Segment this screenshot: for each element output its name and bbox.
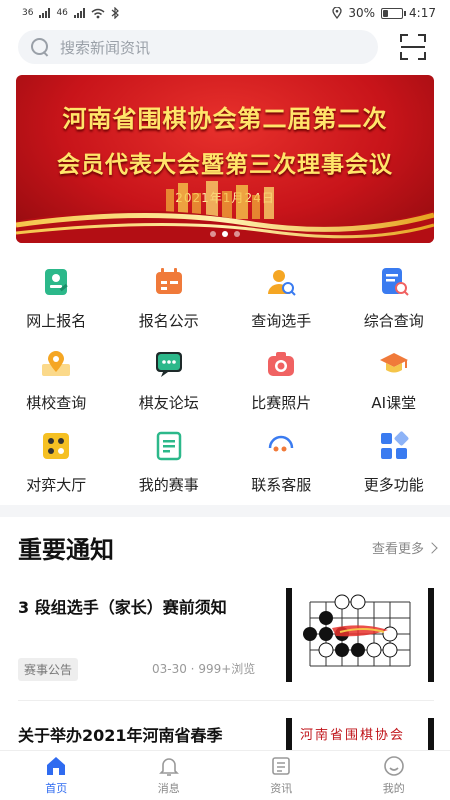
news-tag: 赛事公告: [18, 658, 79, 681]
camera-icon: [268, 352, 295, 376]
tab-label: 我的: [382, 782, 405, 795]
banner-title-line2: 会员代表大会暨第三次理事会议: [57, 151, 393, 178]
network-type-2: 46: [56, 8, 68, 18]
feature-grid: 网上报名 报名公示 查询选手 综合查询棋校查询 棋友论坛 比赛照片 AI课堂对弈大厅 我的赛事…: [0, 262, 450, 508]
tab-home[interactable]: 首页: [0, 751, 113, 800]
notices-header: 重要通知 查看更多: [18, 530, 438, 565]
signal-icon: [73, 8, 85, 18]
feature-label: 查询选手: [251, 312, 312, 330]
news-item[interactable]: 关于举办2021年河南省春季 河南省围棋协会: [18, 714, 434, 758]
user-search-icon: [268, 270, 296, 296]
map-pin-icon: [42, 351, 71, 376]
chat-icon: [155, 352, 182, 377]
news-item[interactable]: 3 段组选手（家长）赛前须知 赛事公告 03-30 · 999+浏览: [18, 588, 434, 688]
clock: 4:17: [409, 6, 436, 20]
feature-item[interactable]: 棋友论坛: [113, 344, 226, 426]
battery-icon: [381, 7, 407, 19]
signal-icon: [39, 8, 51, 18]
feature-label: 比赛照片: [251, 394, 312, 412]
feature-label: 对弈大厅: [26, 476, 87, 494]
carousel-dot[interactable]: [210, 231, 216, 237]
section-title: 重要通知: [18, 536, 114, 564]
status-right: 30% 4:17: [332, 6, 436, 20]
search-input[interactable]: 搜索新闻资讯: [18, 30, 378, 64]
news-meta: 03-30 · 999+浏览: [152, 662, 256, 676]
carousel-dot[interactable]: [234, 231, 240, 237]
tab-news[interactable]: 资讯: [225, 751, 338, 800]
feature-label: 报名公示: [138, 312, 199, 330]
feature-item[interactable]: 报名公示: [113, 262, 226, 344]
search-icon: [30, 37, 50, 57]
feature-label: AI课堂: [371, 394, 417, 412]
banner-title-line1: 河南省围棋协会第二届第二次: [62, 104, 388, 133]
feature-item[interactable]: 综合查询: [338, 262, 450, 344]
view-more-label: 查看更多: [371, 542, 424, 557]
chevron-right-icon: [426, 541, 438, 554]
feature-item[interactable]: 比赛照片: [225, 344, 338, 426]
feature-label: 棋友论坛: [138, 394, 199, 412]
smiley-icon: [383, 756, 404, 776]
feature-item[interactable]: 我的赛事: [113, 426, 226, 508]
scan-icon[interactable]: [400, 34, 426, 60]
location-icon: [332, 7, 343, 19]
feature-label: 更多功能: [363, 476, 424, 494]
search-row: 搜索新闻资讯: [18, 30, 438, 64]
tab-messages[interactable]: 消息: [113, 751, 226, 800]
graduation-cap-icon: [379, 353, 408, 373]
list-doc-icon: [156, 431, 181, 461]
tab-profile[interactable]: 我的: [338, 751, 450, 800]
register-icon: [45, 269, 68, 295]
tab-label: 消息: [157, 782, 180, 795]
support-icon: [269, 435, 294, 452]
section-divider: [0, 505, 450, 517]
bottom-tab-bar: 首页 消息 资讯 我的: [0, 750, 450, 800]
home-icon: [47, 757, 66, 775]
carousel-dots: [210, 231, 240, 237]
news-title: 3 段组选手（家长）赛前须知: [18, 598, 227, 617]
battery-percent: 30%: [348, 6, 376, 20]
feature-item[interactable]: 查询选手: [225, 262, 338, 344]
feature-item[interactable]: AI课堂: [338, 344, 450, 426]
news-title: 关于举办2021年河南省春季: [18, 726, 223, 745]
feature-label: 我的赛事: [138, 476, 199, 494]
view-more-link[interactable]: 查看更多: [371, 538, 438, 557]
feature-item[interactable]: 棋校查询: [0, 344, 113, 426]
tab-label: 首页: [45, 782, 68, 795]
thumbnail-text: 河南省围棋协会: [300, 728, 406, 743]
carousel-dot[interactable]: [222, 231, 228, 237]
list-separator: [18, 700, 434, 701]
feature-label: 综合查询: [363, 312, 424, 330]
banner-carousel[interactable]: 河南省围棋协会第二届第二次 会员代表大会暨第三次理事会议 2021年1月24日: [16, 75, 434, 243]
news-icon: [272, 757, 291, 775]
battery-fill: [383, 9, 389, 17]
game-board-icon: [43, 433, 70, 459]
feature-label: 网上报名: [26, 312, 87, 330]
bell-icon: [158, 758, 179, 776]
feature-label: 联系客服: [251, 476, 312, 494]
feature-item[interactable]: 网上报名: [0, 262, 113, 344]
search-placeholder: 搜索新闻资讯: [60, 38, 151, 57]
network-type-1: 36: [22, 8, 34, 18]
news-thumbnail-go-board: [286, 588, 434, 682]
grid-more-icon: [380, 431, 409, 459]
tab-label: 资讯: [270, 782, 293, 795]
wifi-icon: [91, 8, 105, 18]
status-bar: 36 46 30% 4:17: [0, 0, 450, 26]
feature-item[interactable]: 更多功能: [338, 426, 450, 508]
calendar-icon: [155, 268, 182, 294]
feature-label: 棋校查询: [26, 394, 87, 412]
feature-item[interactable]: 联系客服: [225, 426, 338, 508]
status-left: 36 46: [22, 7, 119, 19]
feature-item[interactable]: 对弈大厅: [0, 426, 113, 508]
bluetooth-icon: [111, 7, 119, 19]
document-search-icon: [381, 268, 409, 296]
